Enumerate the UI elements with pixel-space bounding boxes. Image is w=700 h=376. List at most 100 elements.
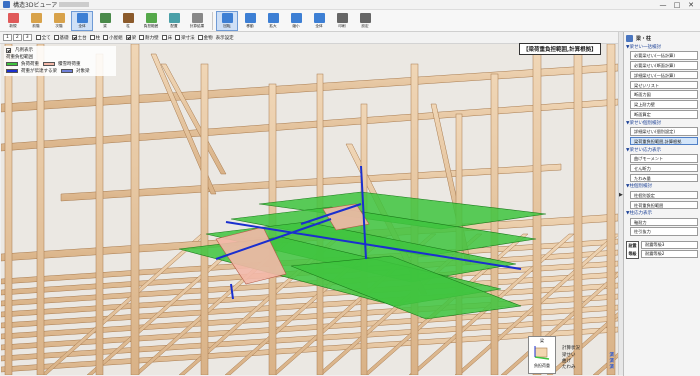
option-checkbox[interactable] — [161, 35, 167, 40]
panel-button[interactable]: 梁荷重負担範囲,計算根拠 — [630, 136, 698, 146]
panel-section-title[interactable]: ▼柱応力表示 — [626, 210, 698, 216]
toolbar-button-8[interactable]: 計算結果 — [186, 11, 208, 31]
window-controls: — □ ✕ — [656, 0, 698, 10]
option-6[interactable]: 耐力壁 — [139, 35, 159, 41]
option-4[interactable]: 小屋組 — [103, 35, 123, 41]
panel-button[interactable]: 断面算定 — [630, 110, 698, 119]
calc-result-icon — [191, 12, 203, 23]
timber-post — [490, 73, 499, 375]
panel-button[interactable]: たわみ量 — [630, 173, 698, 183]
toolbar-button-13[interactable]: 全体 — [308, 11, 330, 31]
timber-post — [36, 44, 45, 375]
toolbar-button-6[interactable]: 負担範囲 — [140, 11, 162, 31]
timber-frame-model[interactable] — [1, 44, 618, 375]
legend-header: 凡例表示 — [6, 47, 114, 53]
option-8[interactable]: 梁寸法 — [175, 35, 195, 41]
panel-button[interactable]: 詳細梁せい(一括計算) — [630, 70, 698, 80]
panel-button[interactable]: 柱個別設定 — [630, 190, 698, 200]
option-checkbox[interactable] — [89, 35, 95, 40]
column-icon — [122, 12, 134, 23]
legend-item: 荷重が伝達する梁 — [6, 68, 57, 74]
option-checkbox[interactable] — [35, 35, 41, 40]
panel-section-title[interactable]: ▼梁せい個別検討 — [626, 120, 698, 126]
option-checkbox[interactable] — [53, 35, 59, 40]
panel-button[interactable]: 梁せいリスト — [630, 80, 698, 90]
3d-viewport[interactable] — [1, 44, 618, 375]
option-checkbox[interactable] — [197, 35, 203, 40]
toolbar-button-11[interactable]: 拡大 — [262, 11, 284, 31]
toolbar-button-label: 配置 — [170, 22, 178, 28]
toolbar-button-3[interactable]: 全体 — [71, 10, 93, 31]
option-label: 柱 — [95, 35, 101, 41]
calc-status-value: 済 — [609, 365, 615, 370]
calc-status-title: 計算状況 — [562, 346, 580, 351]
option-2[interactable]: 土台 — [71, 35, 87, 41]
panel-button[interactable]: 柱荷重負担範囲 — [630, 200, 698, 210]
option-0[interactable]: 全て — [35, 35, 51, 41]
toolbar-separator — [212, 11, 213, 30]
legend: 凡例表示 荷重負担範囲 負荷荷重 積雪時荷重 荷重が伝達する梁 対象梁 — [4, 46, 116, 76]
option-checkbox[interactable] — [71, 35, 77, 40]
option-3[interactable]: 柱 — [89, 35, 101, 41]
toolbar-button-label: 計算結果 — [189, 22, 205, 28]
toolbar-button-1[interactable]: 前階 — [25, 11, 47, 31]
option-checkbox[interactable] — [175, 35, 181, 40]
toolbar-button-4[interactable]: 梁 — [94, 11, 116, 31]
option-5[interactable]: 梁 — [125, 35, 136, 41]
toolbar-button-label: 回転 — [223, 22, 231, 28]
option-checkbox[interactable] — [103, 35, 109, 40]
panel-section-title[interactable]: ▼柱個別検討 — [626, 183, 698, 189]
floor-button-3[interactable]: 3 — [22, 34, 32, 41]
panel-button[interactable]: 軸耐力 — [630, 217, 698, 227]
toolbar-button-5[interactable]: 柱 — [117, 11, 139, 31]
toolbar-button-label: 印刷 — [338, 22, 346, 28]
floor-button-1[interactable]: 1 — [3, 34, 12, 41]
timber-post — [573, 44, 583, 375]
beam-icon — [99, 12, 111, 23]
option-label: 全て — [41, 35, 51, 41]
option-label: 土台 — [77, 35, 87, 41]
zoom-out-icon — [290, 12, 302, 23]
minimize-button[interactable]: — — [656, 0, 670, 10]
panel-section-title[interactable]: ▼梁せい一括検討 — [626, 44, 698, 50]
seismic-grade-button[interactable]: 耐震等級2 — [641, 249, 698, 258]
legend-swatch — [43, 62, 55, 66]
toolbar-button-10[interactable]: 移動 — [239, 11, 261, 31]
toolbar-button-12[interactable]: 縮小 — [285, 11, 307, 31]
legend-item: 対象梁 — [61, 68, 90, 74]
close-button[interactable]: ✕ — [684, 0, 698, 10]
display-settings-button[interactable]: 表示設定 — [216, 35, 234, 41]
panel-button[interactable]: 曲げモーメント — [630, 154, 698, 163]
axis-caption: 負担荷重 — [534, 363, 550, 368]
option-checkbox[interactable] — [125, 35, 131, 40]
seismic-grade-button[interactable]: 耐震等級3 — [641, 240, 698, 249]
option-checkbox[interactable] — [139, 35, 145, 40]
option-1[interactable]: 基礎 — [53, 35, 69, 41]
toolbar-button-2[interactable]: 次階 — [48, 11, 70, 31]
option-9[interactable]: 金物 — [197, 35, 213, 41]
toolbar-button-label: 移動 — [246, 22, 254, 28]
panel-button[interactable]: せん断力 — [630, 163, 698, 173]
toolbar-button-14[interactable]: 印刷 — [331, 11, 353, 31]
toolbar-button-label: 前階 — [32, 22, 40, 28]
option-7[interactable]: 床 — [161, 35, 172, 41]
panel-button[interactable]: 必要梁せい(一括計算) — [630, 51, 698, 60]
floor-button-2[interactable]: 2 — [12, 34, 22, 41]
app-icon — [3, 1, 10, 8]
panel-button[interactable]: 詳細梁せい(個別設定) — [630, 127, 698, 136]
toolbar-button-15[interactable]: 設定 — [354, 11, 376, 31]
toolbar-button-0[interactable]: 新規 — [2, 11, 24, 31]
panel-button[interactable]: 断面力図 — [630, 90, 698, 99]
panel-button[interactable]: 柱引抜力 — [630, 227, 698, 236]
toolbar-button-label: 設定 — [361, 22, 369, 28]
toolbar-button-7[interactable]: 配置 — [163, 11, 185, 31]
timber-post — [130, 44, 140, 375]
legend-label: 対象梁 — [76, 69, 90, 74]
toolbar-button-9[interactable]: 回転 — [216, 10, 238, 31]
panel-button[interactable]: 梁上耐力壁 — [630, 100, 698, 109]
maximize-button[interactable]: □ — [670, 0, 684, 10]
panel-section-title[interactable]: ▼梁せい応力表示 — [626, 147, 698, 153]
panel-button[interactable]: 必要梁せい(断面計算) — [630, 61, 698, 70]
toolbar-button-label: 拡大 — [269, 22, 277, 28]
legend-toggle-checkbox[interactable] — [6, 47, 11, 53]
